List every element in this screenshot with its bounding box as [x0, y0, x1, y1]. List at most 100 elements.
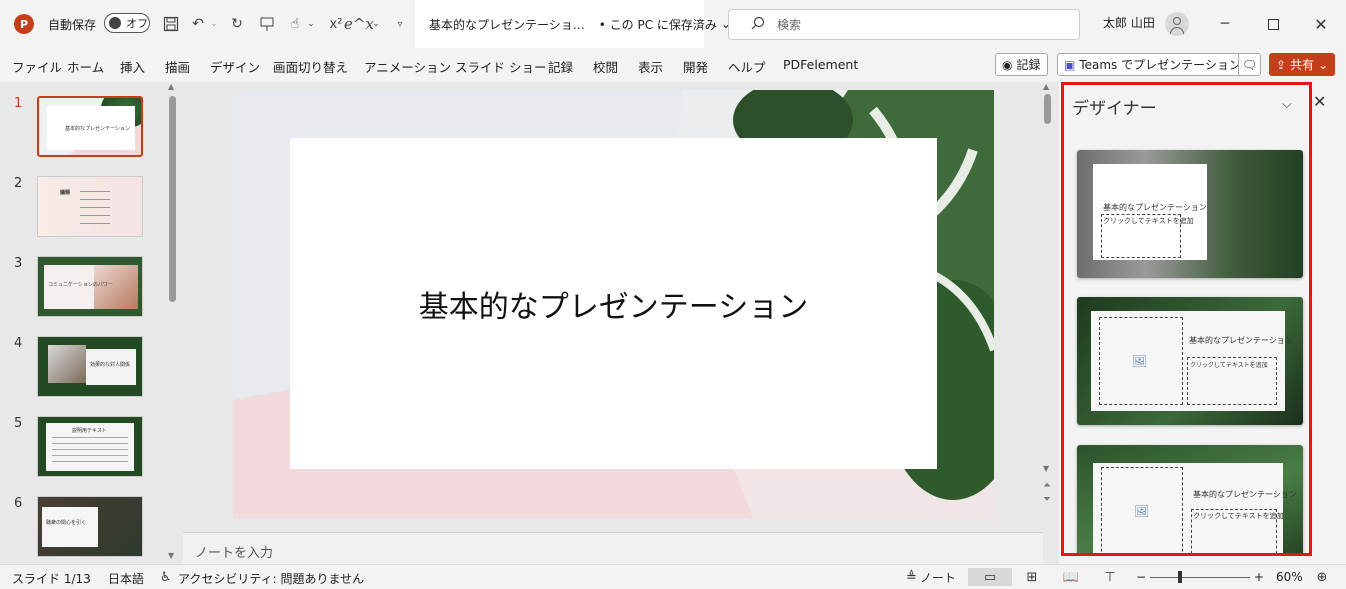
record-button[interactable]: ◉ 記録 [995, 53, 1048, 76]
tab-transitions[interactable]: 画面切り替え [273, 57, 348, 76]
save-icon[interactable] [160, 13, 182, 35]
thumbnail-slide-3[interactable]: 3 コミュニケーションのパワー [0, 256, 165, 336]
thumbnail-slide-5[interactable]: 5 説明用テキスト [0, 416, 165, 496]
card-subtitle-placeholder: クリックしてテキストを追加 [1187, 357, 1277, 405]
equation-dropdown-icon[interactable]: ⌄ [370, 13, 382, 35]
slide-editor: 基本的なプレゼンテーション ノートを入力 [183, 82, 1058, 564]
touch-dropdown-icon[interactable]: ⌄ [305, 13, 317, 35]
slide-title[interactable]: 基本的なプレゼンテーション [419, 282, 808, 326]
thumbnail-caption: 説明用テキスト [72, 428, 107, 434]
scroll-up-icon[interactable]: ▲ [1043, 82, 1049, 91]
zoom-in-button[interactable]: + [1254, 570, 1264, 584]
tab-insert[interactable]: 挿入 [120, 57, 145, 76]
previous-slide-icon[interactable]: ⏶ [1043, 480, 1051, 491]
design-idea-2[interactable]: 🖼 基本的なプレゼンテーション クリックしてテキストを追加 [1077, 297, 1303, 425]
notes-toggle-button[interactable]: ≜ ノート [906, 568, 956, 586]
body-lines [52, 437, 128, 438]
undo-icon[interactable]: ↶ [188, 13, 208, 35]
slide-canvas[interactable]: 基本的なプレゼンテーション [233, 90, 994, 518]
autosave-toggle[interactable]: オフ [104, 13, 150, 33]
thumbnail-slide-6[interactable]: 6 聴衆の関心を引く [0, 496, 165, 564]
slide-preview[interactable]: 議題 [37, 176, 143, 237]
design-idea-3[interactable]: 🖼 基本的なプレゼンテーション クリックしてテキストを追加 [1077, 445, 1303, 553]
notes-pane[interactable]: ノートを入力 [183, 532, 1043, 564]
slide-sorter-view-icon[interactable]: ⊞ [1022, 568, 1042, 586]
scrollbar-handle[interactable] [1044, 94, 1051, 124]
slide-number: 2 [14, 176, 23, 191]
chevron-down-icon[interactable]: ⌵ [1282, 97, 1292, 112]
thumbnail-slide-4[interactable]: 4 効果的な対人関係 [0, 336, 165, 416]
language-indicator[interactable]: 日本語 [108, 570, 144, 587]
slide-preview[interactable]: 説明用テキスト [37, 416, 143, 477]
card-picture-placeholder: 🖼 [1101, 467, 1183, 553]
search-input[interactable]: 検索 [728, 9, 1080, 40]
tab-design[interactable]: デザイン [210, 57, 260, 76]
thumbnail-caption: コミュニケーションのパワー [48, 282, 113, 288]
tab-review[interactable]: 校閲 [593, 57, 618, 76]
tab-pdfelement[interactable]: PDFelement [783, 57, 858, 72]
record-icon: ◉ [1002, 57, 1013, 72]
tab-view[interactable]: 表示 [638, 57, 663, 76]
slide-counter[interactable]: スライド 1/13 [12, 570, 91, 587]
designer-highlight-frame: デザイナー ⌵ 基本的なプレゼンテーション クリックしてテキストを追加 🖼 基本… [1061, 82, 1312, 556]
slide-title-placeholder[interactable]: 基本的なプレゼンテーション [290, 138, 937, 469]
scrollbar-handle[interactable] [169, 96, 176, 302]
tab-draw[interactable]: 描画 [165, 57, 190, 76]
close-icon[interactable]: ✕ [1313, 92, 1326, 111]
present-from-start-icon[interactable] [256, 13, 278, 35]
minimize-icon[interactable]: ─ [1213, 12, 1237, 36]
tab-file[interactable]: ファイル [12, 57, 62, 76]
document-name: 基本的なプレゼンテーショ… [429, 17, 585, 32]
accessibility-status[interactable]: アクセシビリティ: 問題ありません [178, 570, 364, 587]
slide-preview[interactable]: 効果的な対人関係 [37, 336, 143, 397]
slideshow-view-icon[interactable]: ⊤ [1100, 568, 1120, 586]
equation-icon[interactable]: e^x [344, 13, 374, 35]
teams-present-button[interactable]: ▣ Teams でプレゼンテーション [1057, 53, 1248, 76]
thumbnail-slide-1[interactable]: 1 基本的なプレゼンテーション [0, 96, 165, 176]
next-slide-icon[interactable]: ⏷ [1043, 494, 1051, 505]
slide-number: 1 [14, 96, 23, 111]
slide-scrollbar[interactable]: ▲ ▼ ⏶ ⏷ [1041, 82, 1055, 522]
comments-icon[interactable]: 🗨 [1238, 53, 1261, 76]
touch-mode-icon[interactable]: ☝ [284, 13, 306, 35]
share-button[interactable]: ⇪ 共有 ⌄ [1269, 53, 1336, 76]
zoom-out-button[interactable]: − [1136, 570, 1146, 584]
share-icon: ⇪ [1276, 57, 1287, 72]
redo-icon[interactable]: ↻ [226, 13, 248, 35]
customize-toolbar-icon[interactable]: ▿ [393, 13, 407, 35]
avatar-body-icon [1170, 27, 1184, 36]
thumbnail-slide-2[interactable]: 2 議題 [0, 176, 165, 256]
user-name[interactable]: 太郎 山田 [1103, 14, 1155, 31]
tab-developer[interactable]: 開発 [683, 57, 708, 76]
design-idea-1[interactable]: 基本的なプレゼンテーション クリックしてテキストを追加 [1077, 150, 1303, 278]
title-bar: P 自動保存 オフ ↶ ⌄ ↻ ☝ ⌄ x² e^x ⌄ ▿ 基本的なプレゼンテ… [0, 0, 1346, 48]
scroll-down-icon[interactable]: ▼ [168, 551, 174, 560]
scroll-up-icon[interactable]: ▲ [168, 82, 174, 91]
picture-icon: 🖼 [1134, 504, 1150, 518]
scroll-down-icon[interactable]: ▼ [1043, 464, 1049, 473]
close-window-icon[interactable]: ✕ [1309, 12, 1333, 36]
document-title[interactable]: 基本的なプレゼンテーショ… • この PC に保存済み ⌄ [415, 0, 731, 48]
tab-animations[interactable]: アニメーション [364, 57, 451, 76]
fit-to-window-icon[interactable]: ⊕ [1313, 568, 1331, 586]
normal-view-icon[interactable]: ▭ [968, 568, 1012, 586]
tab-record[interactable]: 記録 [548, 57, 573, 76]
photo-placeholder [48, 345, 86, 383]
avatar[interactable] [1165, 12, 1189, 36]
zoom-slider-handle[interactable] [1178, 571, 1182, 583]
slide-preview[interactable]: 基本的なプレゼンテーション [37, 96, 143, 157]
zoom-slider[interactable] [1150, 577, 1250, 578]
tab-slideshow[interactable]: スライド ショー [455, 57, 546, 76]
undo-dropdown-icon[interactable]: ⌄ [208, 13, 220, 35]
teams-button-label: Teams でプレゼンテーション [1079, 58, 1241, 72]
thumbnail-scrollbar[interactable]: ▲ ▼ [166, 82, 178, 564]
superscript-icon[interactable]: x² [326, 13, 346, 35]
maximize-icon[interactable] [1261, 12, 1285, 36]
slide-preview[interactable]: コミュニケーションのパワー [37, 256, 143, 317]
tab-help[interactable]: ヘルプ [728, 57, 766, 76]
tab-home[interactable]: ホーム [67, 57, 104, 76]
reading-view-icon[interactable]: 📖 [1061, 568, 1081, 586]
thumbnail-caption: 効果的な対人関係 [90, 362, 131, 368]
zoom-level[interactable]: 60% [1276, 570, 1303, 584]
slide-preview[interactable]: 聴衆の関心を引く [37, 496, 143, 557]
